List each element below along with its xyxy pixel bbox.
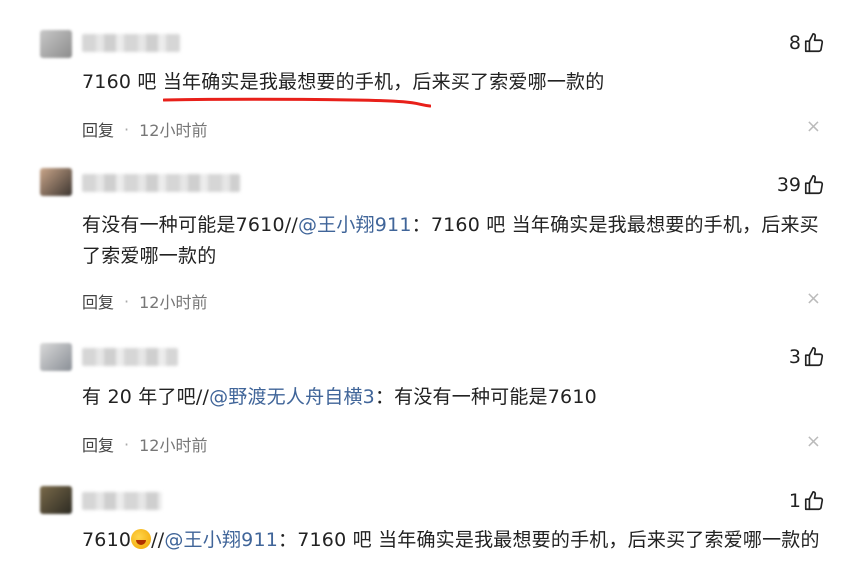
like-count: 3 (788, 346, 801, 368)
comment-text: 有 20 年了吧//@野渡无人舟自横3：有没有一种可能是7610 (82, 382, 829, 413)
reply-button[interactable]: 回复 (82, 432, 114, 456)
comment-meta: 回复 · 12小时前 (82, 117, 207, 141)
separator-dot: · (124, 434, 130, 454)
laughing-emoji-icon (131, 529, 152, 549)
quoted-text: ：有没有一种可能是7610 (374, 386, 597, 408)
avatar[interactable] (40, 343, 72, 371)
like-button[interactable]: 8 (789, 32, 825, 54)
mention-link[interactable]: @王小翔911 (298, 214, 412, 236)
username-blurred[interactable] (82, 174, 240, 192)
username-blurred[interactable] (82, 348, 178, 366)
comment-text: 7610 //@王小翔911：7160 吧 当年确实是我最想要的手机，后来买了索爱… (82, 525, 829, 556)
reply-button[interactable]: 回复 (82, 117, 114, 141)
username-blurred[interactable] (82, 492, 162, 510)
like-button[interactable]: 3 (789, 346, 825, 368)
comment-meta: 回复 · 12小时前 (82, 289, 207, 313)
text-prefix: 7610 (82, 529, 132, 551)
reply-button[interactable]: 回复 (82, 289, 114, 313)
timestamp: 12小时前 (139, 293, 208, 312)
thumbs-up-icon (804, 175, 824, 195)
comment-text: 7160 吧 当年确实是我最想要的手机，后来买了索爱哪一款的 (82, 71, 605, 93)
separator-dot: · (124, 291, 130, 311)
like-count: 1 (788, 490, 801, 512)
mention-link[interactable]: @野渡无人舟自横3 (209, 386, 375, 408)
close-icon[interactable]: × (806, 290, 821, 308)
comment-text: 有没有一种可能是7610//@王小翔911：7160 吧 当年确实是我最想要的手… (82, 210, 829, 272)
timestamp: 12小时前 (139, 121, 208, 140)
text-prefix: 有 20 年了吧// (82, 386, 210, 408)
like-button[interactable]: 1 (789, 490, 825, 512)
mention-link[interactable]: @王小翔911 (164, 529, 278, 551)
quoted-text: ：7160 吧 当年确实是我最想要的手机，后来买了索爱哪一款的 (278, 529, 820, 551)
close-icon[interactable]: × (806, 433, 821, 451)
text-prefix: 有没有一种可能是7610// (82, 214, 298, 236)
avatar[interactable] (40, 486, 72, 514)
red-underline-annotation (163, 97, 431, 108)
avatar[interactable] (40, 168, 72, 196)
close-icon[interactable]: × (806, 118, 821, 136)
like-count: 8 (788, 32, 801, 54)
separator-dot: · (124, 119, 130, 139)
timestamp: 12小时前 (139, 436, 208, 455)
thumbs-up-icon (804, 33, 824, 53)
like-count: 39 (776, 174, 801, 196)
thumbs-up-icon (804, 347, 824, 367)
username-blurred[interactable] (82, 34, 180, 52)
thumbs-up-icon (804, 491, 824, 511)
text-separator: // (151, 529, 165, 551)
like-button[interactable]: 39 (777, 174, 825, 196)
comment-meta: 回复 · 12小时前 (82, 432, 207, 456)
avatar[interactable] (40, 30, 72, 58)
